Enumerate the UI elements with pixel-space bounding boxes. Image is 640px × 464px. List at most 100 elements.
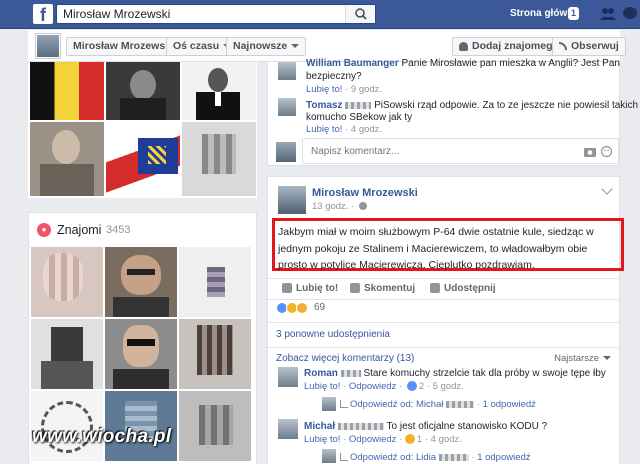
comment-reply-link[interactable]: Odpowiedz [349, 434, 397, 445]
post-author[interactable]: Mirosław Mrozewski [312, 187, 418, 199]
messages-icon[interactable] [622, 6, 638, 22]
more-comments-link[interactable]: Zobacz więcej komentarzy (13) [276, 353, 414, 364]
comment-order[interactable]: Najstarsze [554, 353, 611, 364]
comment-author[interactable]: Michał [304, 421, 335, 432]
photo-portrait-man[interactable] [30, 122, 104, 196]
friends-icon: ● [37, 223, 51, 237]
add-friend-icon [459, 41, 468, 51]
redacted-name [337, 422, 384, 430]
reply-count[interactable]: 1 odpowiedź [483, 399, 536, 410]
friend-tile[interactable] [105, 247, 177, 317]
comment-avatar[interactable] [278, 98, 296, 116]
profile-name-button[interactable]: Mirosław Mrozewski [66, 37, 181, 56]
post-options-icon[interactable] [601, 183, 613, 195]
emoji-icon[interactable] [601, 146, 612, 157]
divider [268, 322, 621, 323]
friend-tile[interactable] [31, 247, 103, 317]
post-time[interactable]: 13 godz. · [312, 201, 367, 212]
comment-avatar[interactable] [278, 367, 298, 387]
newest-label: Najnowsze [233, 40, 288, 52]
search-button[interactable] [345, 5, 375, 23]
comment-time[interactable]: 5 godz. [433, 381, 464, 392]
chevron-down-icon [291, 44, 300, 49]
redacted-name [446, 400, 475, 408]
wow-reaction-icon [296, 302, 308, 314]
reply-arrow-icon [340, 400, 348, 409]
comment-author[interactable]: Tomasz [306, 100, 343, 111]
comment-avatar[interactable] [278, 62, 296, 80]
share-icon [430, 283, 440, 294]
comment-icon [350, 283, 360, 294]
shares-link[interactable]: 3 ponowne udostępnienia [276, 329, 390, 340]
friend-tile[interactable] [179, 247, 251, 317]
like-label: Lubię to! [296, 283, 339, 294]
photos-grid [28, 62, 257, 198]
comment-order-label: Najstarsze [554, 353, 599, 364]
comment-like-link[interactable]: Lubię to! [306, 84, 342, 95]
comment-like-link[interactable]: Lubię to! [304, 381, 340, 392]
photo-blurred[interactable] [182, 122, 256, 196]
comment-text-cont: komucho SBekow jak ty [306, 112, 413, 123]
thumbs-up-icon [282, 283, 292, 294]
globe-icon [358, 202, 367, 211]
write-comment-box[interactable] [302, 138, 619, 164]
search-icon [355, 8, 367, 20]
facebook-logo[interactable]: f [33, 4, 53, 25]
reply-count[interactable]: 1 odpowiedź [477, 452, 530, 463]
comment-like-link[interactable]: Lubię to! [304, 434, 340, 445]
comment-time[interactable]: 4 godz. [431, 434, 462, 445]
friends-title[interactable]: Znajomi [57, 223, 101, 237]
photo-portrait-dark[interactable] [106, 62, 180, 120]
reply-thread-link[interactable]: Odpowiedź od: Lidia [350, 452, 436, 463]
chevron-down-icon [603, 356, 611, 361]
search-input[interactable] [57, 5, 342, 23]
comment-text: Panie Mirosławie pan mieszka w Anglii? J… [401, 58, 620, 69]
like-action[interactable]: Lubię to! [282, 283, 338, 294]
share-action[interactable]: Udostępnij [430, 283, 496, 294]
redacted-name [438, 453, 469, 461]
photo-man-suit[interactable] [182, 62, 256, 120]
comment-author[interactable]: William Baumanger [306, 58, 399, 69]
reply-avatar[interactable] [322, 397, 336, 411]
friend-requests-icon[interactable] [600, 6, 616, 22]
friend-tile[interactable] [31, 319, 103, 389]
post-text: Jakbym miał w moim służbowym P-64 dwie o… [272, 218, 624, 271]
redacted-name [340, 369, 361, 377]
post-author-avatar[interactable] [278, 186, 306, 214]
friends-count: 3453 [106, 224, 131, 236]
add-friend-button[interactable]: Dodaj znajomego [452, 37, 566, 56]
comment-author[interactable]: Roman [304, 368, 338, 379]
redacted-name [345, 101, 372, 109]
reply-thread-link[interactable]: Odpowiedź od: Michał [350, 399, 443, 410]
comment-avatar[interactable] [278, 419, 298, 439]
comment-like-link[interactable]: Lubię to! [306, 124, 342, 135]
write-comment-input[interactable] [303, 139, 553, 163]
friend-tile[interactable] [179, 391, 251, 461]
post-card: Mirosław Mrozewski 13 godz. · Jakbym mia… [267, 176, 624, 464]
home-badge: 1 [568, 7, 580, 20]
photo-flag-collage[interactable] [106, 122, 180, 196]
search-box [56, 4, 376, 24]
follow-button[interactable]: Obserwuj [552, 37, 626, 56]
comment-reply-link[interactable]: Odpowiedz [349, 381, 397, 392]
post-actions: Lubię to! Skomentuj Udostępnij [268, 278, 621, 300]
top-bar: f Strona główna 1 [0, 0, 640, 29]
reply-avatar[interactable] [322, 449, 336, 463]
camera-icon[interactable] [584, 146, 596, 157]
divider [268, 347, 621, 348]
comment-text-cont: bezpieczny? [306, 71, 362, 82]
friend-tile[interactable] [105, 319, 177, 389]
watermark-text: www.wiocha.pl [32, 426, 172, 447]
photo-flag[interactable] [30, 62, 104, 120]
add-friend-label: Dodaj znajomego [472, 40, 559, 52]
comment-action[interactable]: Skomentuj [350, 283, 415, 294]
comment-text: Stare komuchy strzelcie tak dla próby w … [363, 368, 606, 379]
my-avatar [276, 142, 296, 162]
profile-avatar[interactable] [36, 34, 60, 58]
comment-time[interactable]: 4 godz. [351, 124, 382, 135]
comment-time[interactable]: 9 godz. [351, 84, 382, 95]
friend-tile[interactable] [179, 319, 251, 389]
newest-dropdown[interactable]: Najnowsze [226, 37, 307, 56]
previous-post-comments: William Baumanger Panie Mirosławie pan m… [267, 58, 638, 166]
haha-reaction-icon [404, 434, 415, 445]
